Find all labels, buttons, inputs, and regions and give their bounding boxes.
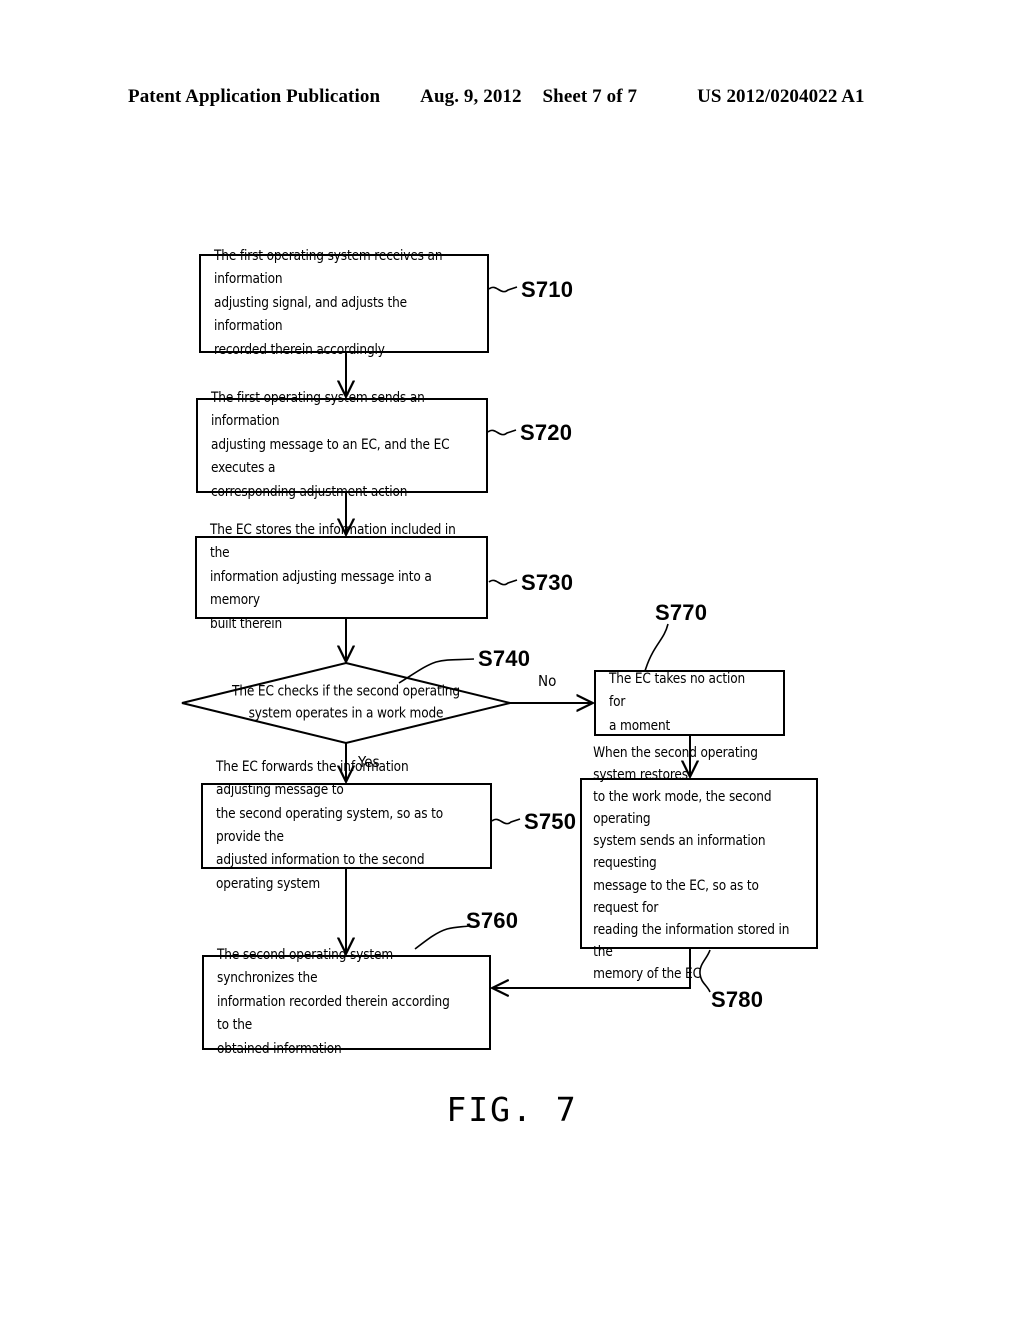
leader-s710: [488, 286, 518, 293]
flow-node-s710: The first operating system receives an i…: [199, 248, 489, 358]
flow-node-s710-text: The first operating system receives an i…: [214, 247, 443, 358]
leader-s770: [644, 623, 669, 672]
flow-node-s760-text: The second operating system synchronizes…: [217, 946, 450, 1057]
figure-caption: FIG. 7: [446, 1090, 578, 1129]
flow-node-s740-text: The EC checks if the second operating sy…: [232, 683, 460, 721]
step-tag-s760: S760: [466, 908, 519, 933]
flow-node-s720-text: The first operating system sends an info…: [211, 389, 450, 500]
step-tag-s720: S720: [520, 420, 573, 445]
step-tag-s780: S780: [711, 987, 764, 1012]
leader-s750: [491, 818, 521, 825]
flow-node-s740-decision: The EC checks if the second operating sy…: [182, 663, 510, 743]
flow-node-s720: The first operating system sends an info…: [196, 390, 488, 500]
flow-node-s730: The EC stores the information included i…: [195, 522, 488, 632]
step-tag-s730: S730: [521, 570, 574, 595]
flow-node-s780: When the second operating system restore…: [580, 745, 818, 982]
flow-node-s750: The EC forwards the information adjustin…: [201, 759, 492, 892]
flow-node-s730-text: The EC stores the information included i…: [210, 521, 456, 632]
step-tag-s710: S710: [521, 277, 574, 302]
flow-node-s770-text: The EC takes no action for a moment: [609, 670, 746, 734]
step-tag-s770: S770: [655, 600, 708, 625]
flow-node-s760: The second operating system synchronizes…: [202, 947, 491, 1057]
step-tag-s740: S740: [478, 646, 531, 671]
leader-s720: [487, 429, 517, 436]
branch-label-no: No: [538, 672, 557, 690]
branch-label-yes: Yes: [358, 753, 380, 771]
flow-node-s770: The EC takes no action for a moment: [594, 670, 785, 736]
flow-node-s750-text: The EC forwards the information adjustin…: [216, 758, 444, 892]
leader-s730: [488, 579, 518, 586]
flow-node-s780-text: When the second operating system restore…: [593, 745, 790, 982]
step-tag-s750: S750: [524, 809, 577, 834]
